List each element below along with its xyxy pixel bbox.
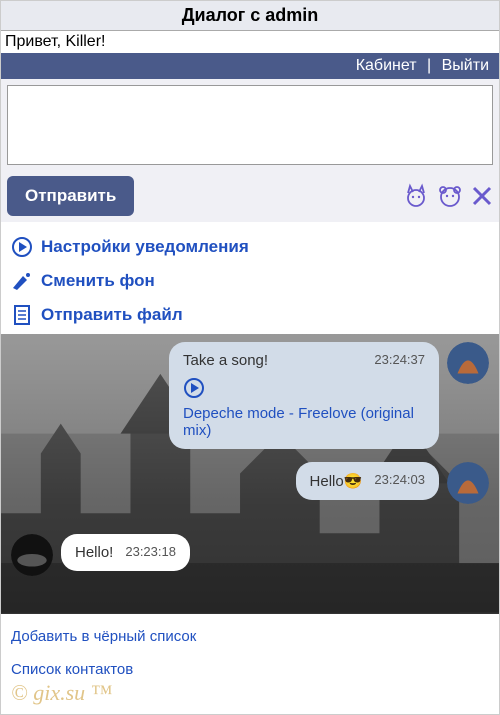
- greeting-text: Привет, Killer!: [1, 31, 499, 53]
- change-background-link[interactable]: Сменить фон: [11, 264, 489, 298]
- song-link[interactable]: Depeche mode - Freelove (original mix): [183, 377, 425, 439]
- avatar[interactable]: [447, 342, 489, 384]
- change-background-label: Сменить фон: [41, 271, 155, 291]
- notification-settings-label: Настройки уведомления: [41, 237, 249, 257]
- message-bubble: Hello! 23:23:18: [61, 534, 190, 571]
- message-text: Hello!: [75, 544, 113, 561]
- emoji-toolbar: [403, 183, 493, 209]
- notification-settings-link[interactable]: Настройки уведомления: [11, 230, 489, 264]
- message-time: 23:24:37: [374, 352, 425, 367]
- dialog-title: Диалог с admin: [1, 1, 499, 31]
- logout-link[interactable]: Выйти: [442, 57, 489, 74]
- action-links: Настройки уведомления Сменить фон Отправ…: [1, 222, 499, 334]
- chat-area: Take a song! 23:24:37 Depeche mode - Fre…: [1, 334, 499, 614]
- compose-area: Отправить: [1, 79, 499, 222]
- paint-icon: [11, 270, 33, 292]
- file-icon: [11, 304, 33, 326]
- play-icon: [11, 236, 33, 258]
- message-item: Hello! 23:23:18: [11, 534, 190, 576]
- send-file-link[interactable]: Отправить файл: [11, 298, 489, 332]
- message-item: Take a song! 23:24:37 Depeche mode - Fre…: [169, 342, 489, 449]
- send-file-label: Отправить файл: [41, 305, 183, 325]
- avatar[interactable]: [447, 462, 489, 504]
- send-button[interactable]: Отправить: [7, 176, 134, 216]
- nav-separator: |: [427, 57, 431, 74]
- cabinet-link[interactable]: Кабинет: [356, 57, 417, 74]
- blacklist-link[interactable]: Добавить в чёрный список: [11, 628, 489, 645]
- contacts-link[interactable]: Список контактов: [11, 661, 489, 678]
- message-item: Hello😎 23:24:03: [296, 462, 489, 504]
- message-time: 23:23:18: [125, 544, 176, 559]
- footer-links: Добавить в чёрный список Список контакто…: [1, 614, 499, 708]
- play-icon: [183, 377, 205, 399]
- close-icon[interactable]: [471, 185, 493, 207]
- song-title: Depeche mode - Freelove (original mix): [183, 405, 425, 439]
- nav-bar: Кабинет | Выйти: [1, 53, 499, 79]
- message-input[interactable]: [7, 85, 493, 165]
- bear-emoji-icon[interactable]: [437, 183, 463, 209]
- fox-emoji-icon[interactable]: [403, 183, 429, 209]
- message-bubble: Hello😎 23:24:03: [296, 462, 439, 500]
- message-bubble: Take a song! 23:24:37 Depeche mode - Fre…: [169, 342, 439, 449]
- message-text: Hello😎: [310, 473, 363, 490]
- message-text: Take a song!: [183, 352, 268, 369]
- avatar[interactable]: [11, 534, 53, 576]
- message-time: 23:24:03: [374, 472, 425, 487]
